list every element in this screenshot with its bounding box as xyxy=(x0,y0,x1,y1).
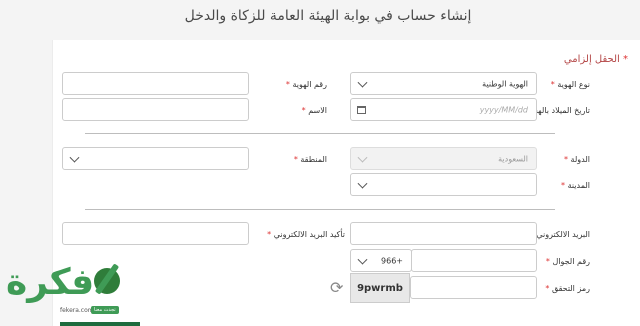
id-type-value: الهوية الوطنية xyxy=(482,79,528,88)
chevron-down-icon xyxy=(357,254,368,265)
captcha-input[interactable] xyxy=(410,276,537,299)
captcha-label-text: رمز التحقق xyxy=(551,284,590,293)
required-note-text: الحقل إلزامي xyxy=(563,54,620,65)
id-type-select[interactable]: الهوية الوطنية xyxy=(350,72,537,95)
country-value: السعودية xyxy=(498,154,528,163)
country-label: الدولة * xyxy=(564,155,590,164)
required-note: * الحقل إلزامي xyxy=(563,54,628,65)
id-number-label: رقم الهوية * xyxy=(285,80,327,89)
email-label: البريد الالكتروني * xyxy=(530,230,590,239)
chevron-down-icon xyxy=(357,152,368,163)
name-input[interactable] xyxy=(62,98,249,121)
id-number-label-text: رقم الهوية xyxy=(292,80,327,89)
page-title: إنشاء حساب في بوابة الهيئة العامة للزكاة… xyxy=(184,8,472,24)
captcha-image: 9pwrmb xyxy=(350,273,410,303)
region-label-text: المنطقة xyxy=(300,155,327,164)
id-type-label: نوع الهوية * xyxy=(550,80,590,89)
region-select[interactable] xyxy=(62,147,249,170)
bottom-green-bar xyxy=(60,322,140,326)
hijri-dob-placeholder: yyyy/MM/dd xyxy=(479,105,528,114)
country-label-text: الدولة xyxy=(570,155,590,164)
watermark-badge: تجدث معنا xyxy=(91,306,119,314)
hijri-dob-input[interactable]: yyyy/MM/dd xyxy=(350,98,537,121)
email-confirm-label: تأكيد البريد الالكتروني * xyxy=(267,230,345,239)
name-label: الاسم * xyxy=(301,106,327,115)
mobile-label-text: رقم الجوال xyxy=(552,257,590,266)
section-divider xyxy=(85,209,555,210)
city-label-text: المدينة xyxy=(567,181,590,190)
country-select[interactable]: السعودية xyxy=(350,147,537,170)
chevron-down-icon xyxy=(69,152,80,163)
id-type-label-text: نوع الهوية xyxy=(557,80,590,89)
mobile-label: رقم الجوال * xyxy=(545,257,590,266)
region-label: المنطقة * xyxy=(293,155,327,164)
watermark-url: fekera.com xyxy=(60,307,94,314)
email-confirm-input[interactable] xyxy=(62,222,249,245)
refresh-icon[interactable]: ⟳ xyxy=(330,278,343,297)
id-number-input[interactable] xyxy=(62,72,249,95)
email-confirm-label-text: تأكيد البريد الالكتروني xyxy=(273,230,345,239)
email-input[interactable] xyxy=(350,222,537,245)
mobile-input[interactable] xyxy=(411,249,537,272)
country-code-select[interactable]: +966 xyxy=(350,249,412,272)
name-label-text: الاسم xyxy=(308,106,327,115)
section-divider xyxy=(85,133,555,134)
city-label: المدينة * xyxy=(561,181,590,190)
chevron-down-icon xyxy=(357,178,368,189)
captcha-label: رمز التحقق * xyxy=(545,284,590,293)
calendar-icon[interactable] xyxy=(357,105,366,114)
city-select[interactable] xyxy=(350,173,537,196)
watermark-brand: فكرة xyxy=(6,262,95,303)
chevron-down-icon xyxy=(357,77,368,88)
email-label-text: البريد الالكتروني xyxy=(536,230,590,239)
country-code-value: +966 xyxy=(381,256,403,265)
